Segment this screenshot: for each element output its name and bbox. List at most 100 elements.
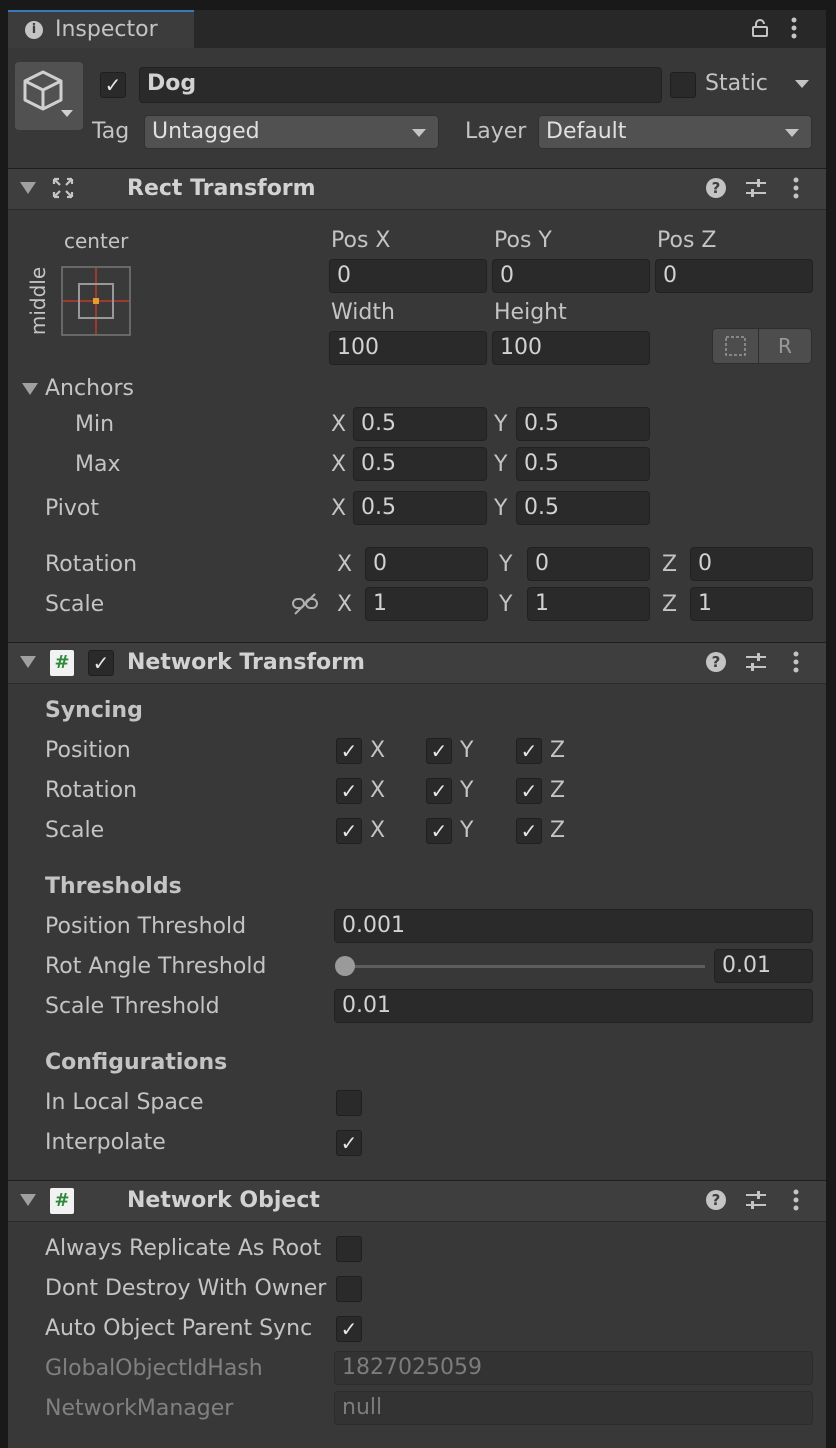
height-label: Height (494, 300, 567, 325)
position-threshold-label: Position Threshold (45, 914, 247, 939)
anchor-max-x-field[interactable]: 0.5 (353, 447, 487, 481)
pivot-x-field[interactable]: 0.5 (353, 491, 487, 525)
gameobject-icon-button[interactable] (15, 62, 83, 130)
object-name-field[interactable]: Dog (139, 67, 662, 103)
help-icon[interactable]: ? (706, 652, 726, 672)
static-checkbox[interactable] (670, 72, 696, 98)
sync-position-y-checkbox[interactable]: ✓ (426, 738, 452, 764)
rot-angle-threshold-field[interactable]: 0.01 (714, 949, 813, 983)
pivot-y-field[interactable]: 0.5 (516, 491, 650, 525)
pivot-label: Pivot (45, 496, 100, 521)
pos-x-label: Pos X (331, 228, 391, 253)
anchor-min-label: Min (75, 412, 115, 437)
always-replicate-checkbox[interactable] (336, 1236, 362, 1262)
global-object-id-hash-label: GlobalObjectIdHash (45, 1356, 263, 1381)
blueprint-mode-button[interactable] (712, 328, 759, 364)
script-icon: # (50, 1188, 74, 1214)
sync-position-x-checkbox[interactable]: ✓ (336, 738, 362, 764)
tab-inspector[interactable]: i Inspector (8, 10, 194, 48)
axis-y-label: Y (499, 592, 513, 617)
anchor-h-label: center (64, 229, 129, 253)
axis-z-label: Z (550, 778, 566, 803)
axis-y-label: Y (494, 452, 508, 477)
rot-angle-threshold-label: Rot Angle Threshold (45, 954, 267, 979)
scale-threshold-field[interactable]: 0.01 (334, 989, 813, 1023)
kebab-menu-icon[interactable] (788, 1188, 804, 1212)
network-transform-title: Network Transform (127, 650, 365, 675)
lock-icon[interactable] (750, 18, 770, 38)
axis-y-label: Y (494, 412, 508, 437)
raw-edit-label: R (778, 334, 792, 358)
kebab-menu-icon[interactable] (788, 650, 804, 674)
static-dropdown-arrow[interactable] (795, 80, 809, 88)
pos-x-field[interactable]: 0 (329, 259, 487, 293)
rotation-y-field[interactable]: 0 (527, 547, 650, 581)
anchor-min-y-field[interactable]: 0.5 (516, 407, 650, 441)
layer-dropdown[interactable]: Default (538, 115, 812, 149)
interpolate-label: Interpolate (45, 1130, 166, 1155)
sync-scale-z-checkbox[interactable]: ✓ (516, 818, 542, 844)
sync-scale-x-checkbox[interactable]: ✓ (336, 818, 362, 844)
presets-icon[interactable] (745, 1190, 767, 1210)
rotation-z-field[interactable]: 0 (690, 547, 813, 581)
foldout-arrow-icon[interactable] (20, 1194, 36, 1206)
thresholds-heading: Thresholds (45, 874, 182, 899)
scale-threshold-label: Scale Threshold (45, 994, 220, 1019)
link-broken-icon[interactable] (291, 592, 319, 616)
auto-parent-sync-checkbox[interactable]: ✓ (336, 1316, 362, 1342)
foldout-arrow-icon[interactable] (20, 182, 36, 194)
sync-rotation-x-checkbox[interactable]: ✓ (336, 778, 362, 804)
axis-y-label: Y (494, 496, 508, 521)
raw-edit-button[interactable]: R (758, 328, 812, 364)
rot-angle-threshold-slider-handle[interactable] (335, 956, 355, 976)
rot-angle-threshold-slider-track[interactable] (345, 965, 705, 968)
rect-transform-icon (51, 176, 75, 200)
scale-z-field[interactable]: 1 (690, 587, 813, 621)
kebab-menu-icon[interactable] (788, 176, 804, 200)
help-icon[interactable]: ? (706, 178, 726, 198)
sync-rotation-z-checkbox[interactable]: ✓ (516, 778, 542, 804)
tag-label: Tag (92, 119, 130, 144)
interpolate-checkbox[interactable]: ✓ (336, 1130, 362, 1156)
chevron-down-icon (785, 129, 799, 137)
sync-position-z-checkbox[interactable]: ✓ (516, 738, 542, 764)
tag-dropdown[interactable]: Untagged (144, 115, 439, 149)
scale-y-field[interactable]: 1 (527, 587, 650, 621)
axis-y-label: Y (499, 552, 513, 577)
presets-icon[interactable] (745, 178, 767, 198)
scale-x-field[interactable]: 1 (365, 587, 488, 621)
sync-scale-y-checkbox[interactable]: ✓ (426, 818, 452, 844)
help-icon[interactable]: ? (706, 1190, 726, 1210)
pos-y-field[interactable]: 0 (492, 259, 650, 293)
width-field[interactable]: 100 (329, 331, 487, 365)
position-threshold-field[interactable]: 0.001 (334, 909, 813, 943)
component-enabled-checkbox[interactable]: ✓ (88, 650, 114, 676)
axis-x-label: X (370, 818, 386, 843)
presets-icon[interactable] (745, 652, 767, 672)
tab-title: Inspector (55, 17, 158, 42)
axis-y-label: Y (460, 818, 474, 843)
tag-value: Untagged (152, 119, 260, 144)
anchors-label[interactable]: Anchors (45, 374, 134, 404)
layer-label: Layer (465, 119, 527, 144)
rotation-x-field[interactable]: 0 (365, 547, 488, 581)
dashed-rect-icon (725, 336, 746, 356)
height-field[interactable]: 100 (492, 331, 650, 365)
kebab-menu-icon[interactable] (786, 16, 802, 40)
axis-x-label: X (370, 738, 386, 763)
configurations-heading: Configurations (45, 1050, 228, 1075)
active-checkbox[interactable]: ✓ (100, 72, 126, 98)
anchor-max-y-field[interactable]: 0.5 (516, 447, 650, 481)
axis-z-label: Z (662, 552, 678, 577)
pos-z-field[interactable]: 0 (655, 259, 813, 293)
sync-rotation-label: Rotation (45, 778, 138, 803)
dont-destroy-checkbox[interactable] (336, 1276, 362, 1302)
layer-value: Default (546, 119, 627, 144)
in-local-space-checkbox[interactable] (336, 1090, 362, 1116)
foldout-arrow-icon[interactable] (20, 656, 36, 668)
anchor-presets-button[interactable] (61, 266, 131, 336)
sync-rotation-y-checkbox[interactable]: ✓ (426, 778, 452, 804)
anchors-foldout-icon[interactable] (22, 383, 38, 395)
anchor-max-label: Max (75, 452, 121, 477)
anchor-min-x-field[interactable]: 0.5 (353, 407, 487, 441)
